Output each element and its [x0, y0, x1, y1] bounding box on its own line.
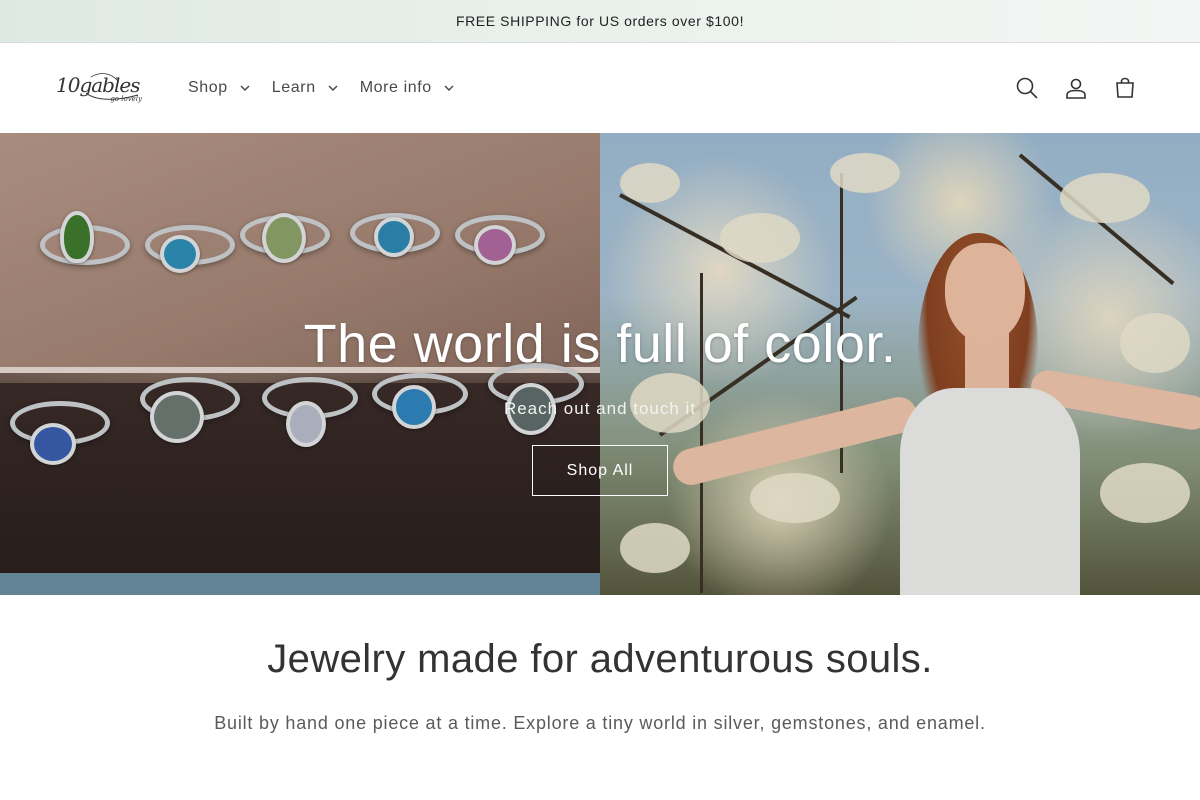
- nav-item-shop[interactable]: Shop: [188, 79, 250, 97]
- logo-wordmark: 10gables: [56, 73, 140, 97]
- nav-item-learn[interactable]: Learn: [272, 79, 338, 97]
- nav-item-more-info[interactable]: More info: [360, 79, 454, 97]
- cart-icon: [1116, 77, 1134, 98]
- search-icon: [1016, 77, 1038, 99]
- intro-text: Built by hand one piece at a time. Explo…: [214, 713, 986, 733]
- nav-item-label: Shop: [188, 79, 228, 96]
- logo-tagline: go lovely: [110, 95, 142, 103]
- hero-content: The world is full of color. Reach out an…: [0, 133, 1200, 595]
- search-button[interactable]: [1014, 75, 1040, 101]
- cart-button[interactable]: [1112, 75, 1138, 101]
- main-nav: Shop Learn More info: [188, 43, 476, 133]
- hero-subtitle: Reach out and touch it: [503, 399, 697, 418]
- announcement-bar: FREE SHIPPING for US orders over $100!: [0, 0, 1200, 43]
- account-icon: [1066, 78, 1086, 99]
- site-header: 10gables go lovely Shop Learn More info: [0, 43, 1200, 133]
- chevron-down-icon: [444, 85, 454, 91]
- brand-logo[interactable]: 10gables go lovely: [56, 71, 144, 105]
- header-icons: [991, 43, 1138, 133]
- chevron-down-icon: [240, 85, 250, 91]
- intro-title: Jewelry made for adventurous souls.: [267, 637, 933, 681]
- hero-title: The world is full of color.: [303, 314, 897, 374]
- nav-item-label: More info: [359, 79, 432, 96]
- shop-all-button[interactable]: Shop All: [532, 445, 668, 496]
- chevron-down-icon: [328, 85, 338, 91]
- account-button[interactable]: [1063, 75, 1089, 101]
- intro-section: Jewelry made for adventurous souls. Buil…: [0, 595, 1200, 800]
- hero-banner: The world is full of color. Reach out an…: [0, 133, 1200, 595]
- nav-item-label: Learn: [271, 79, 316, 96]
- announcement-text: FREE SHIPPING for US orders over $100!: [455, 13, 745, 29]
